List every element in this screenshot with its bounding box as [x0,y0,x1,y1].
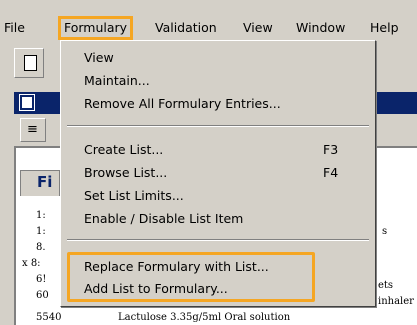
filter-button[interactable]: ≡ [20,118,46,142]
menu-item-label: Create List... [84,142,164,157]
menu-item-enable-disable-list-item[interactable]: Enable / Disable List Item [63,208,373,230]
row-code-fragment: 60 [36,290,49,301]
row-text-fragment: s [382,226,388,237]
menu-item-create-list[interactable]: Create List... F3 [63,139,373,161]
row-code-fragment: 5540 [36,312,62,323]
menu-item-add-list-to-formulary[interactable]: Add List to Formulary... [63,278,373,300]
panel-tab[interactable]: Fi [20,170,60,196]
menu-item-set-list-limits[interactable]: Set List Limits... [63,185,373,207]
menu-item-browse-list[interactable]: Browse List... F4 [63,162,373,184]
menu-item-maintain[interactable]: Maintain... [63,70,373,92]
menu-item-label: View [84,50,114,65]
menu-window[interactable]: Window [292,18,349,38]
menu-item-shortcut: F4 [323,165,339,180]
row-code-fragment: 1: [36,226,46,237]
menu-item-label: Replace Formulary with List... [84,259,269,274]
filter-icon: ≡ [27,122,38,137]
menu-validation[interactable]: Validation [151,18,221,38]
new-document-icon [24,55,37,71]
menu-formulary[interactable]: Formulary [58,16,134,40]
menu-bar: File Formulary Validation View Window He… [0,14,417,40]
menu-help[interactable]: Help [366,18,403,38]
menu-item-remove-all-formulary-entries[interactable]: Remove All Formulary Entries... [63,93,373,115]
menu-item-view[interactable]: View [63,47,373,69]
row-text-fragment: inhaler [378,296,414,307]
menu-separator [67,125,369,127]
new-document-button[interactable] [14,48,44,78]
formulary-dropdown-menu: View Maintain... Remove All Formulary En… [60,40,376,307]
row-code-fragment: 1: [36,210,46,221]
row-code-fragment: x 8: [22,258,41,269]
app-window: File Formulary Validation View Window He… [0,0,417,325]
menu-item-label: Enable / Disable List Item [84,211,244,226]
menu-view[interactable]: View [239,18,277,38]
window-icon [19,94,35,111]
row-product-name: Lactulose 3.35g/5ml Oral solution [118,312,291,323]
menu-item-label: Remove All Formulary Entries... [84,96,281,111]
row-code-fragment: 6! [36,274,47,285]
menu-item-label: Browse List... [84,165,168,180]
menu-item-label: Add List to Formulary... [84,281,228,296]
row-text-fragment: ets [378,280,394,291]
menu-item-label: Set List Limits... [84,188,184,203]
menu-item-shortcut: F3 [323,142,339,157]
menu-file[interactable]: File [0,18,29,38]
menu-item-replace-formulary-with-list[interactable]: Replace Formulary with List... [63,256,373,278]
menu-separator [67,239,369,241]
row-code-fragment: 8. [36,242,46,253]
menu-item-label: Maintain... [84,73,150,88]
